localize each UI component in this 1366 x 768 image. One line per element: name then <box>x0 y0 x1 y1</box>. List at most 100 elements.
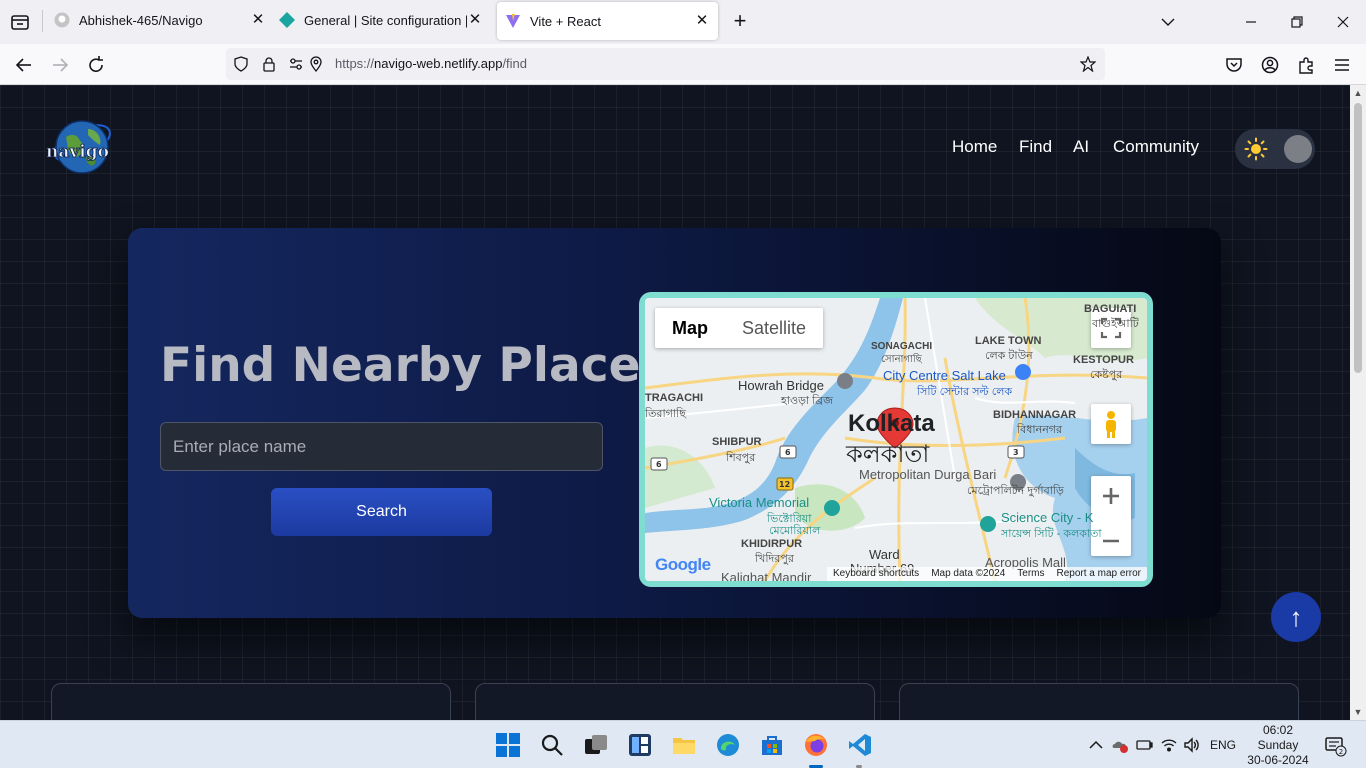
windows-start-icon[interactable] <box>495 732 521 758</box>
task-view-icon[interactable] <box>583 732 609 758</box>
route-12-label: 12 <box>779 480 790 489</box>
scroll-to-top-button[interactable]: ↑ <box>1271 592 1321 642</box>
url-bar[interactable]: https://navigo-web.netlify.app/find <box>226 48 1105 80</box>
map-label: হাওড়া ব্রিজ <box>781 395 833 407</box>
map-frame: 6 6 3 12 Map Satellite BAGUIATI বাগুইআটি… <box>639 292 1153 587</box>
theme-toggle[interactable] <box>1235 129 1315 169</box>
tab-list-icon[interactable] <box>8 10 32 34</box>
search-icon[interactable] <box>539 732 565 758</box>
windows-taskbar: ENG 06:02 Sunday 30-06-2024 2 <box>0 720 1366 768</box>
forward-icon[interactable] <box>49 54 71 76</box>
map-label: খিদিরপুর <box>755 553 794 565</box>
new-tab-icon[interactable]: + <box>729 10 751 33</box>
location-icon[interactable] <box>308 56 324 72</box>
pegman-icon <box>1106 411 1116 438</box>
close-icon[interactable]: ✕ <box>250 12 266 28</box>
search-button[interactable]: Search <box>271 488 492 536</box>
minimize-icon[interactable] <box>1240 11 1262 33</box>
tab-title: Abhishek-465/Navigo <box>79 12 203 28</box>
map-label: লেক টাউন <box>985 350 1033 362</box>
permissions-icon[interactable] <box>288 56 304 72</box>
map-label: মেট্রোপলিটন দুর্গাবাড়ি <box>967 485 1064 497</box>
street-view-button[interactable] <box>1091 404 1131 444</box>
firefox-icon[interactable] <box>803 732 829 758</box>
scroll-up-arrow-icon[interactable]: ▲ <box>1353 88 1363 98</box>
bookmark-star-icon[interactable] <box>1080 56 1096 72</box>
account-icon[interactable] <box>1259 54 1281 76</box>
close-icon[interactable]: ✕ <box>467 12 483 28</box>
nav-ai[interactable]: AI <box>1073 137 1089 157</box>
reload-icon[interactable] <box>85 54 107 76</box>
wifi-icon[interactable] <box>1160 736 1178 754</box>
report-map-error-link[interactable]: Report a map error <box>1051 567 1147 581</box>
lock-icon[interactable] <box>261 56 277 72</box>
scrollbar-thumb[interactable] <box>1354 103 1362 373</box>
close-window-icon[interactable] <box>1332 11 1354 33</box>
map-label: বাগুইআটি <box>1092 318 1139 330</box>
menu-icon[interactable] <box>1331 54 1353 76</box>
tab-title: Vite + React <box>530 13 601 29</box>
netlify-icon <box>279 12 295 28</box>
map-footer: Keyboard shortcuts Map data ©2024 Terms … <box>827 567 1147 581</box>
sun-icon <box>1244 137 1268 161</box>
place-card[interactable] <box>475 683 875 720</box>
keyboard-shortcuts-link[interactable]: Keyboard shortcuts <box>827 567 925 581</box>
route-6-label: 6 <box>785 448 791 457</box>
tab-title: General | Site configuration | wi <box>304 12 467 28</box>
map-label: BIDHANNAGAR <box>993 409 1077 421</box>
tab-netlify[interactable]: General | Site configuration | wi ✕ <box>279 0 483 40</box>
page-scrollbar[interactable]: ▲ ▼ <box>1350 85 1366 720</box>
map-label: কেষ্টপুর <box>1090 369 1123 381</box>
extensions-icon[interactable] <box>1295 54 1317 76</box>
battery-icon[interactable] <box>1135 736 1153 754</box>
route-6-label: 6 <box>656 460 662 469</box>
map-type-map[interactable]: Map <box>655 308 725 348</box>
zoom-in-icon[interactable] <box>1091 476 1131 516</box>
terms-link[interactable]: Terms <box>1011 567 1050 581</box>
map-label: সিটি সেন্টার সল্ট লেক <box>917 386 1013 398</box>
map-label: শিবপুর <box>726 452 756 464</box>
map-label: LAKE TOWN <box>975 335 1042 347</box>
nav-home[interactable]: Home <box>952 137 997 157</box>
google-logo[interactable]: Google <box>655 555 711 575</box>
logo-text: navigo <box>46 142 109 162</box>
url-text[interactable]: https://navigo-web.netlify.app/find <box>335 56 527 71</box>
back-icon[interactable] <box>13 54 35 76</box>
clock[interactable]: 06:02 Sunday 30-06-2024 <box>1240 723 1316 768</box>
map-type-satellite[interactable]: Satellite <box>725 308 823 348</box>
clock-date: 30-06-2024 <box>1247 753 1309 767</box>
tab-vite-react[interactable]: Vite + React ✕ <box>497 2 718 40</box>
volume-icon[interactable] <box>1183 736 1201 754</box>
vscode-icon[interactable] <box>847 732 873 758</box>
vite-icon <box>506 14 520 28</box>
clock-time: 06:02 <box>1262 723 1294 737</box>
place-card[interactable] <box>899 683 1299 720</box>
chevron-up-icon[interactable] <box>1087 736 1105 754</box>
restore-icon[interactable] <box>1286 11 1308 33</box>
place-name-input[interactable] <box>160 422 603 471</box>
map-label: KHIDIRPUR <box>741 538 803 550</box>
map-label: City Centre Salt Lake <box>883 368 1006 383</box>
widgets-icon[interactable] <box>627 732 653 758</box>
close-icon[interactable]: ✕ <box>694 13 710 29</box>
scroll-down-arrow-icon[interactable]: ▼ <box>1353 707 1363 717</box>
nav-community[interactable]: Community <box>1113 137 1199 157</box>
language-indicator[interactable]: ENG <box>1210 738 1236 752</box>
place-card[interactable] <box>51 683 451 720</box>
url-domain: navigo-web.netlify.app <box>374 56 503 71</box>
tab-github[interactable]: Abhishek-465/Navigo ✕ <box>54 0 266 40</box>
pocket-icon[interactable] <box>1223 54 1245 76</box>
notification-icon[interactable]: 2 <box>1325 735 1347 757</box>
onedrive-icon[interactable] <box>1111 736 1129 754</box>
browser-nav-bar: https://navigo-web.netlify.app/find <box>0 44 1366 85</box>
edge-browser-icon[interactable] <box>715 732 741 758</box>
google-map[interactable]: 6 6 3 12 Map Satellite BAGUIATI বাগুইআটি… <box>645 298 1147 581</box>
chevron-down-icon[interactable] <box>1157 11 1179 33</box>
navigo-logo[interactable]: navigo <box>40 105 124 179</box>
shield-icon[interactable] <box>233 56 249 72</box>
map-label: Victoria Memorial <box>709 495 810 510</box>
microsoft-store-icon[interactable] <box>759 732 785 758</box>
file-explorer-icon[interactable] <box>671 732 697 758</box>
nav-find[interactable]: Find <box>1019 137 1052 157</box>
map-label: বিধাননগর <box>1017 424 1063 436</box>
